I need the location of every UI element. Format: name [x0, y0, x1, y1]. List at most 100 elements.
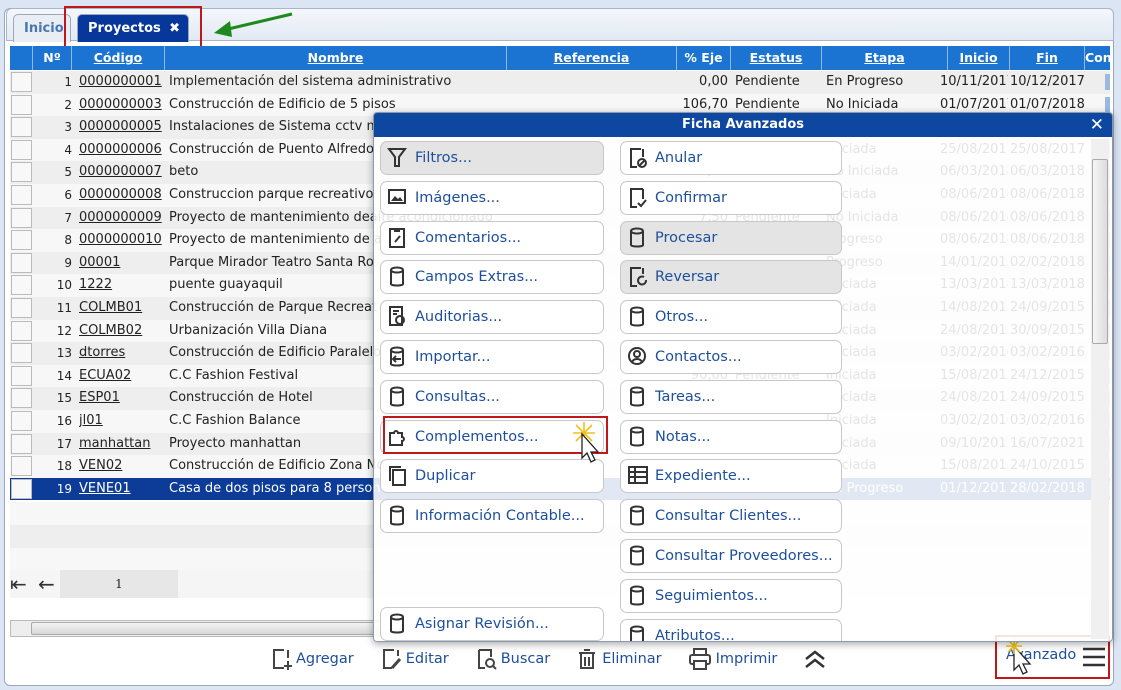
close-tab-icon[interactable]: ✖: [169, 15, 180, 42]
row-checkbox[interactable]: [11, 298, 32, 318]
search-icon: [477, 649, 497, 670]
scroll-thumb[interactable]: [1092, 159, 1108, 344]
agregar-button[interactable]: Agregar: [270, 645, 354, 673]
tab-proyectos[interactable]: Proyectos ✖: [77, 14, 189, 42]
dialog-button-anular[interactable]: Anular: [620, 141, 842, 175]
row-codigo-link[interactable]: manhattan: [79, 433, 169, 456]
dialog-button-seguimientos[interactable]: Seguimientos...: [620, 578, 842, 613]
row-checkbox[interactable]: [11, 411, 32, 431]
dialog-button-campos-extras[interactable]: Campos Extras...: [380, 260, 604, 295]
row-codigo-link[interactable]: VEN02: [79, 455, 169, 478]
dialog-button-procesar[interactable]: Procesar: [620, 220, 842, 255]
col-codigo[interactable]: Código: [72, 46, 165, 70]
dialog-button-expediente[interactable]: Expediente...: [620, 459, 842, 494]
button-label: Asignar Revisión...: [415, 616, 549, 632]
row-codigo-link[interactable]: jl01: [79, 410, 169, 433]
row-checkbox[interactable]: [11, 252, 32, 273]
row-codigo-link[interactable]: COLMB02: [79, 320, 169, 343]
col-inicio[interactable]: Inicio: [948, 46, 1010, 70]
row-checkbox[interactable]: [11, 456, 32, 477]
row-checkbox[interactable]: [11, 388, 32, 409]
row-codigo-link[interactable]: 0000000005: [79, 116, 169, 139]
col-fin[interactable]: Fin: [1010, 46, 1085, 70]
database-icon: [390, 613, 404, 634]
editar-label: Editar: [405, 651, 449, 667]
row-checkbox[interactable]: [11, 207, 32, 228]
dialog-button-importar[interactable]: Importar...: [380, 340, 604, 374]
dialog-button-contactos[interactable]: Contactos...: [620, 340, 842, 374]
button-label: Importar...: [415, 349, 491, 365]
dialog-button-comentarios[interactable]: Comentarios...: [380, 220, 604, 255]
row-codigo-link[interactable]: COLMB01: [79, 297, 169, 320]
row-checkbox[interactable]: [11, 162, 32, 183]
row-codigo-link[interactable]: 0000000003: [79, 94, 169, 117]
row-checkbox[interactable]: [11, 185, 32, 205]
col-select: [10, 46, 33, 70]
database-icon: [630, 505, 644, 526]
dialog-button-auditorias[interactable]: Auditorias...: [380, 300, 604, 335]
dialog-button-otros[interactable]: Otros...: [620, 300, 842, 335]
col-con[interactable]: Con: [1085, 46, 1110, 70]
button-label: Filtros...: [415, 150, 472, 166]
tab-inicio[interactable]: Inicio: [13, 14, 71, 42]
col-nombre[interactable]: Nombre: [165, 46, 507, 70]
prev-page-icon[interactable]: ←: [38, 572, 55, 596]
row-checkbox[interactable]: [11, 72, 32, 92]
dialog-button-filtros[interactable]: Filtros...: [380, 141, 604, 175]
dialog-scrollbar[interactable]: [1091, 139, 1109, 639]
row-checkbox[interactable]: [11, 230, 32, 251]
dialog-button-notas[interactable]: Notas...: [620, 419, 842, 454]
dialog-button-información-contable[interactable]: Información Contable...: [380, 499, 604, 534]
row-codigo-link[interactable]: 0000000009: [79, 207, 169, 230]
row-codigo-link[interactable]: 0000000007: [79, 161, 169, 184]
row-codigo-link[interactable]: ECUA02: [79, 365, 169, 388]
row-codigo-link[interactable]: 00001: [79, 252, 169, 275]
table-row[interactable]: 1 0000000001 Implementación del sistema ad…: [10, 71, 1110, 94]
col-eje[interactable]: % Eje: [677, 46, 731, 70]
row-codigo-link[interactable]: dtorres: [79, 342, 169, 365]
row-checkbox[interactable]: [11, 433, 32, 454]
imprimir-button[interactable]: Imprimir: [688, 645, 777, 673]
first-page-icon[interactable]: ⇤: [10, 572, 27, 596]
button-label: Consultas...: [415, 388, 500, 405]
row-codigo-link[interactable]: 0000000006: [79, 139, 169, 162]
eliminar-button[interactable]: Eliminar: [576, 645, 662, 673]
row-codigo-link[interactable]: 1222: [79, 274, 169, 297]
dialog-button-tareas[interactable]: Tareas...: [620, 379, 842, 414]
row-codigo-link[interactable]: 0000000001: [79, 71, 169, 94]
col-referencia[interactable]: Referencia: [507, 46, 677, 70]
dialog-button-asignar-revisión[interactable]: Asignar Revisión...: [380, 607, 604, 641]
row-codigo-link[interactable]: 0000000008: [79, 184, 169, 207]
row-checkbox[interactable]: [11, 320, 32, 341]
avanzado-button[interactable]: Avanzado: [996, 636, 1109, 678]
row-number: 7: [64, 210, 72, 225]
dialog-button-consultas[interactable]: Consultas...: [380, 379, 604, 414]
collapse-button[interactable]: [803, 645, 831, 673]
col-etapa[interactable]: Etapa: [822, 46, 948, 70]
dialog-button-consultar-proveedores[interactable]: Consultar Proveedores...: [620, 539, 842, 573]
col-estatus[interactable]: Estatus: [731, 46, 822, 70]
dialog-button-reversar[interactable]: Reversar: [620, 260, 842, 295]
row-checkbox[interactable]: [11, 478, 32, 499]
editar-button[interactable]: Editar: [380, 645, 449, 673]
dialog-button-confirmar[interactable]: Confirmar: [620, 180, 842, 215]
row-checkbox[interactable]: [11, 343, 32, 364]
row-codigo-link[interactable]: ESP01: [79, 387, 169, 410]
row-checkbox[interactable]: [11, 94, 32, 115]
row-codigo-link[interactable]: 0000000010: [79, 229, 169, 252]
dialog-button-consultar-clientes[interactable]: Consultar Clientes...: [620, 499, 842, 534]
horizontal-scrollbar[interactable]: [10, 620, 390, 637]
row-checkbox[interactable]: [11, 275, 32, 296]
row-checkbox[interactable]: [11, 365, 32, 386]
row-checkbox[interactable]: [11, 139, 32, 160]
close-icon[interactable]: ✕: [1090, 113, 1104, 137]
row-codigo-link[interactable]: VENE01: [79, 478, 169, 501]
buscar-button[interactable]: Buscar: [475, 645, 550, 673]
dialog-button-imágenes[interactable]: Imágenes...: [380, 180, 604, 215]
ficha-avanzados-dialog: Ficha Avanzados ✕ Filtros... Imágenes... Co…: [373, 112, 1113, 642]
scroll-thumb[interactable]: [31, 622, 389, 635]
page-number[interactable]: 1: [60, 570, 178, 598]
row-checkbox[interactable]: [11, 117, 32, 138]
dialog-button-atributos[interactable]: Atributos...: [620, 618, 842, 641]
row-number: 10: [56, 278, 72, 293]
